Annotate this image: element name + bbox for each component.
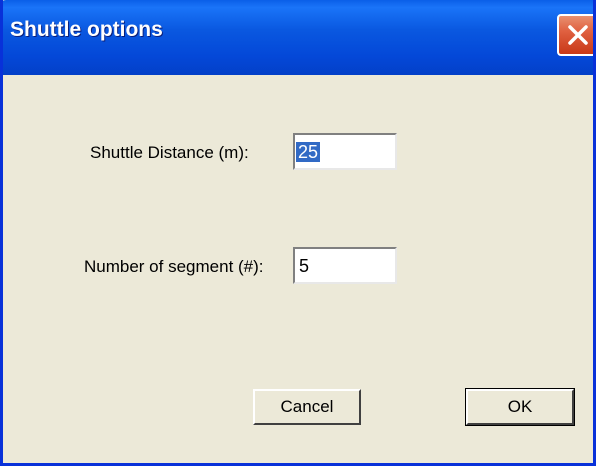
ok-button[interactable]: OK — [465, 388, 575, 426]
segments-label: Number of segment (#): — [84, 257, 264, 276]
shuttle-distance-label: Shuttle Distance (m): — [90, 143, 249, 162]
shuttle-options-dialog: Shuttle options Shuttle Distance (m): 25… — [0, 0, 596, 466]
shuttle-distance-value: 25 — [296, 142, 321, 162]
title-bar[interactable]: Shuttle options — [3, 0, 593, 75]
segments-value: 5 — [299, 256, 310, 276]
segments-input[interactable]: 5 — [293, 247, 397, 284]
close-button[interactable] — [557, 14, 593, 56]
cancel-button[interactable]: Cancel — [253, 389, 361, 425]
close-icon — [568, 25, 588, 45]
window-title: Shuttle options — [10, 18, 163, 41]
shuttle-distance-input[interactable]: 25 — [293, 133, 397, 170]
